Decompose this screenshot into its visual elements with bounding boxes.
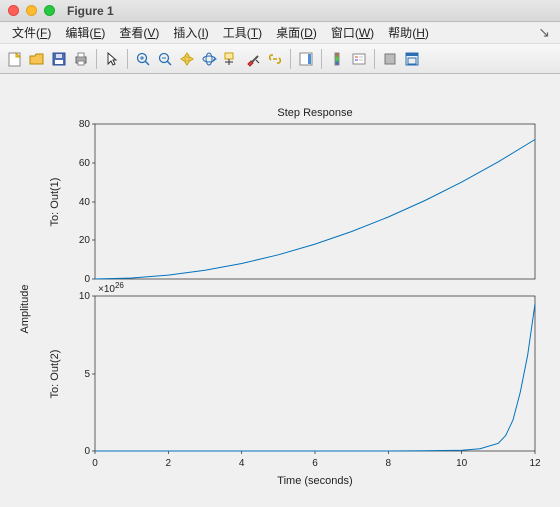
pointer-icon[interactable] xyxy=(101,48,123,70)
series-out2 xyxy=(95,304,535,451)
axes-out2-label: To: Out(2) xyxy=(49,350,61,399)
pan-icon[interactable] xyxy=(176,48,198,70)
menu-help[interactable]: 帮助(H) xyxy=(382,22,435,43)
menu-edit[interactable]: 编辑(E) xyxy=(59,22,111,43)
legend-icon[interactable] xyxy=(348,48,370,70)
new-figure-icon[interactable] xyxy=(4,48,26,70)
svg-text:10: 10 xyxy=(79,291,91,302)
menu-overflow-icon[interactable]: ↘ xyxy=(538,24,554,41)
print-icon[interactable] xyxy=(70,48,92,70)
menu-insert[interactable]: 插入(I) xyxy=(167,22,214,43)
figure-canvas[interactable]: Step Response Amplitude 0 20 40 60 80 To… xyxy=(0,74,560,507)
svg-text:8: 8 xyxy=(386,458,392,469)
colorbar-icon[interactable] xyxy=(326,48,348,70)
svg-text:40: 40 xyxy=(79,197,91,208)
brush-icon[interactable] xyxy=(242,48,264,70)
menu-bar: 文件(F) 编辑(E) 查看(V) 插入(I) 工具(T) 桌面(D) 窗口(W… xyxy=(0,22,560,44)
svg-text:4: 4 xyxy=(239,458,245,469)
toolbar xyxy=(0,44,560,74)
menu-desktop[interactable]: 桌面(D) xyxy=(270,22,323,43)
minimize-icon[interactable] xyxy=(26,5,37,16)
menu-view[interactable]: 查看(V) xyxy=(113,22,165,43)
svg-text:0: 0 xyxy=(84,274,90,285)
close-icon[interactable] xyxy=(8,5,19,16)
chart-title: Step Response xyxy=(277,107,352,119)
dock-icon[interactable] xyxy=(401,48,423,70)
insert-colorbar-icon[interactable] xyxy=(295,48,317,70)
link-icon[interactable] xyxy=(264,48,286,70)
rotate3d-icon[interactable] xyxy=(198,48,220,70)
save-icon[interactable] xyxy=(48,48,70,70)
window-controls xyxy=(8,5,55,16)
window-titlebar: Figure 1 xyxy=(0,0,560,22)
menu-file[interactable]: 文件(F) xyxy=(6,22,57,43)
svg-text:2: 2 xyxy=(166,458,172,469)
menu-window[interactable]: 窗口(W) xyxy=(325,22,380,43)
svg-text:12: 12 xyxy=(529,458,541,469)
svg-text:0: 0 xyxy=(84,446,90,457)
svg-text:6: 6 xyxy=(312,458,318,469)
axes-out1-label: To: Out(1) xyxy=(49,178,61,227)
zoom-window-icon[interactable] xyxy=(44,5,55,16)
svg-text:10: 10 xyxy=(456,458,468,469)
window-title: Figure 1 xyxy=(67,4,114,18)
svg-text:×1026: ×1026 xyxy=(98,281,124,295)
svg-text:5: 5 xyxy=(84,369,90,380)
y-axis-label: Amplitude xyxy=(19,285,31,334)
exponent-label: ×1026 xyxy=(98,281,124,295)
hide-plot-icon[interactable] xyxy=(379,48,401,70)
zoom-out-icon[interactable] xyxy=(154,48,176,70)
axes-out1: 0 20 40 60 80 To: Out(1) xyxy=(49,119,535,285)
menu-tools[interactable]: 工具(T) xyxy=(217,22,268,43)
datacursor-icon[interactable] xyxy=(220,48,242,70)
axes-out2: 0 5 10 0 2 4 6 8 10 12 To: Out(2) xyxy=(49,291,541,469)
zoom-in-icon[interactable] xyxy=(132,48,154,70)
open-icon[interactable] xyxy=(26,48,48,70)
series-out1 xyxy=(95,140,535,280)
x-axis-label: Time (seconds) xyxy=(277,475,352,487)
svg-text:20: 20 xyxy=(79,235,91,246)
svg-text:0: 0 xyxy=(92,458,98,469)
svg-text:60: 60 xyxy=(79,158,91,169)
svg-text:80: 80 xyxy=(79,119,91,130)
